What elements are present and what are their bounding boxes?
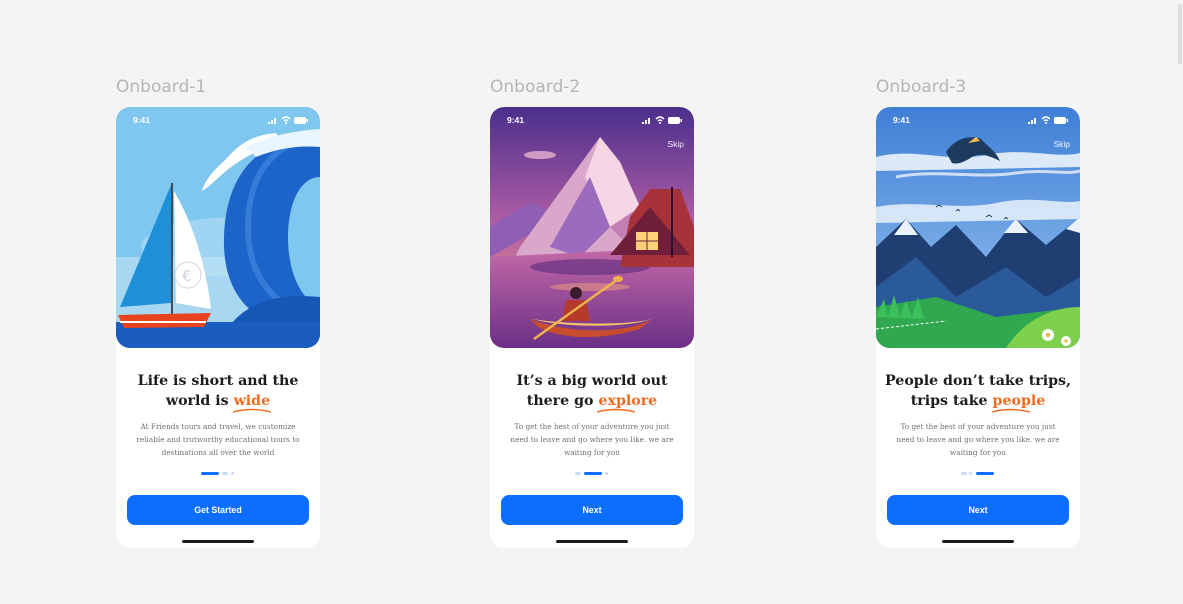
home-indicator [556, 540, 628, 543]
onboard-description: To get the best of your adventure you ju… [896, 422, 1060, 457]
frame-label-onboard-1: Onboard-1 [116, 77, 207, 97]
page-dot-1 [575, 472, 581, 475]
title-line-2: there go [526, 393, 599, 409]
wifi-icon [281, 116, 291, 124]
frame-label-onboard-3: Onboard-3 [876, 77, 967, 97]
onboard-3-screen: 9:41 Skip People don’t take trips, trips… [876, 107, 1080, 548]
canvas-scrollbar[interactable] [1178, 4, 1182, 64]
onboard-description: To get the best of your adventure you ju… [510, 422, 674, 457]
next-button[interactable]: Next [887, 495, 1069, 525]
page-dot-3 [231, 472, 234, 475]
battery-icon [1054, 116, 1068, 124]
page-indicator [961, 472, 994, 475]
title-line-1: Life is short and the [137, 373, 299, 389]
title-line-2: world is [165, 393, 234, 409]
accent-underline [597, 408, 636, 413]
accent-underline [232, 408, 271, 413]
frame-label-onboard-2: Onboard-2 [490, 77, 581, 97]
skip-link[interactable]: Skip [667, 139, 684, 149]
onboard-title: It’s a big world out there go explore [490, 371, 694, 413]
onboard-title: Life is short and the world is wide [116, 371, 320, 413]
sailboat-wave-illustration: € [116, 107, 320, 348]
page-dot-1 [961, 472, 967, 475]
title-line-1: It’s a big world out [516, 373, 668, 389]
skip-link[interactable]: Skip [1053, 139, 1070, 149]
page-dot-3 [605, 472, 608, 475]
page-indicator [575, 472, 608, 475]
onboard-title: People don’t take trips, trips take peop… [876, 371, 1080, 413]
battery-icon [294, 116, 308, 124]
status-time: 9:41 [133, 115, 151, 125]
title-line-1: People don’t take trips, [885, 373, 1071, 389]
accent-underline [991, 408, 1030, 413]
page-dot-1-active [201, 472, 219, 475]
onboard-2-screen: 9:41 Skip It’s a big world out there go … [490, 107, 694, 548]
status-time: 9:41 [893, 115, 911, 125]
title-accent-word: people [992, 393, 1046, 409]
page-dot-3-active [976, 472, 994, 475]
page-dot-2 [222, 472, 228, 475]
mountain-kayak-illustration [490, 107, 694, 348]
cellular-signal-icon [642, 117, 650, 124]
cellular-signal-icon [268, 117, 276, 124]
page-dot-2 [969, 472, 972, 475]
status-bar: 9:41 [490, 107, 694, 131]
cellular-signal-icon [1028, 117, 1036, 124]
battery-icon [668, 116, 682, 124]
title-accent-word: explore [598, 393, 658, 409]
wifi-icon [1041, 116, 1051, 124]
onboard-description: At Friends tours and travel, we customiz… [136, 422, 300, 457]
page-dot-2-active [584, 472, 602, 475]
onboard-1-screen: € 9:41 Life is short and the world is wi… [116, 107, 320, 548]
title-line-2: trips take [910, 393, 993, 409]
svg-text:€: € [182, 267, 192, 285]
wifi-icon [655, 116, 665, 124]
title-accent-word: wide [233, 393, 271, 409]
get-started-button[interactable]: Get Started [127, 495, 309, 525]
eagle-mountains-illustration [876, 107, 1080, 348]
home-indicator [182, 540, 254, 543]
home-indicator [942, 540, 1014, 543]
status-bar: 9:41 [116, 107, 320, 131]
page-indicator [201, 472, 234, 475]
status-time: 9:41 [507, 115, 525, 125]
next-button[interactable]: Next [501, 495, 683, 525]
status-bar: 9:41 [876, 107, 1080, 131]
